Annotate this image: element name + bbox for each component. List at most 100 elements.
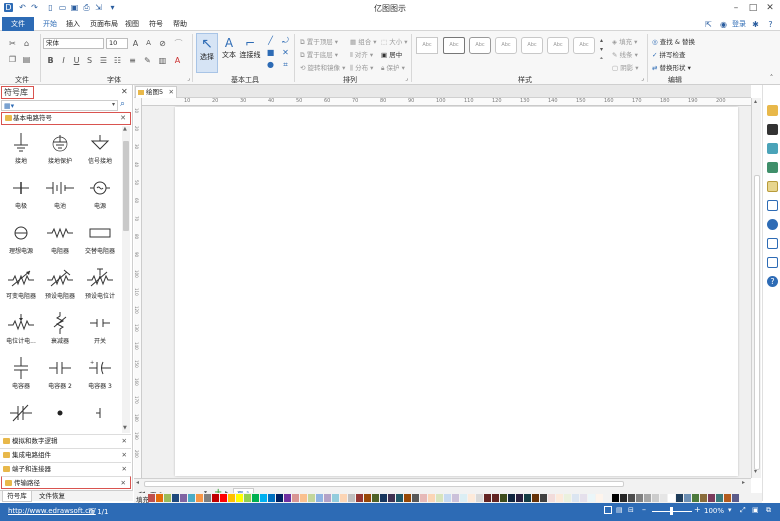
color-swatch[interactable]: [588, 494, 595, 502]
drawing-page[interactable]: [175, 107, 738, 476]
scroll-left-icon[interactable]: ◂: [136, 479, 139, 486]
style-preset-2[interactable]: Abc: [443, 37, 465, 54]
symbol-variable-capacitor[interactable]: [3, 400, 39, 431]
color-swatch[interactable]: [716, 494, 723, 502]
color-swatch[interactable]: [244, 494, 251, 502]
color-swatch[interactable]: [276, 494, 283, 502]
help-icon[interactable]: ?: [766, 20, 775, 29]
color-swatch[interactable]: [468, 494, 475, 502]
color-swatch[interactable]: [268, 494, 275, 502]
size-button[interactable]: ⬚ 大小 ▾: [381, 36, 408, 46]
bring-to-front-button[interactable]: ⧉ 置于顶层 ▾: [300, 36, 338, 47]
color-swatch[interactable]: [396, 494, 403, 502]
color-swatch[interactable]: [364, 494, 371, 502]
section-terminals-connectors[interactable]: 端子和连接器 ✕: [0, 462, 131, 475]
zoom-slider-thumb[interactable]: [670, 507, 673, 515]
symbol-junction-dot[interactable]: [42, 400, 78, 431]
color-swatch[interactable]: [284, 494, 291, 502]
color-swatch[interactable]: [148, 494, 155, 502]
symbol-battery[interactable]: 电池: [42, 175, 78, 219]
fit-width-icon[interactable]: ▤: [616, 506, 623, 514]
zoom-in-button[interactable]: +: [694, 505, 701, 514]
color-swatch[interactable]: [188, 494, 195, 502]
color-swatch[interactable]: [196, 494, 203, 502]
close-section-icon[interactable]: ✕: [121, 477, 126, 489]
color-swatch[interactable]: [660, 494, 667, 502]
fit-page-icon[interactable]: [604, 506, 612, 514]
close-icon[interactable]: ✕: [762, 2, 778, 14]
color-swatch[interactable]: [500, 494, 507, 502]
user-icon[interactable]: ◉: [719, 20, 728, 29]
text-color-icon[interactable]: ✎: [143, 56, 152, 65]
page-panel-icon[interactable]: [767, 238, 778, 249]
color-swatch[interactable]: [692, 494, 699, 502]
color-swatch[interactable]: [340, 494, 347, 502]
scroll-up-icon[interactable]: ▲: [123, 126, 127, 132]
scroll-down-icon[interactable]: ▾: [754, 468, 757, 475]
scroll-down-icon[interactable]: ▼: [123, 425, 127, 431]
document-panel-icon[interactable]: [767, 200, 778, 211]
style-preset-3[interactable]: Abc: [469, 37, 491, 54]
color-swatch[interactable]: [332, 494, 339, 502]
color-swatch[interactable]: [668, 494, 675, 502]
color-swatch[interactable]: [252, 494, 259, 502]
scroll-right-icon[interactable]: ▸: [742, 479, 745, 486]
search-icon[interactable]: ⌕: [120, 99, 125, 109]
color-swatch[interactable]: [428, 494, 435, 502]
color-swatch[interactable]: [572, 494, 579, 502]
style-preset-6[interactable]: Abc: [547, 37, 569, 54]
horizontal-scrollbar[interactable]: ◂ ▸: [134, 478, 751, 488]
color-swatch[interactable]: [372, 494, 379, 502]
symbol-preset-potentiometer[interactable]: 预设电位计: [82, 265, 118, 309]
section-analog-digital-logic[interactable]: 模拟和数字逻辑 ✕: [0, 434, 131, 447]
color-swatch[interactable]: [604, 494, 611, 502]
spell-check-button[interactable]: ✓ 拼写检查: [652, 49, 686, 59]
paste-icon[interactable]: ▤: [22, 55, 31, 64]
menu-symbol[interactable]: 符号: [149, 19, 163, 29]
font-name-combo[interactable]: 宋体: [43, 38, 104, 49]
style-preset-7[interactable]: Abc: [573, 37, 595, 54]
color-swatch[interactable]: [612, 494, 619, 502]
color-swatch[interactable]: [308, 494, 315, 502]
color-swatch[interactable]: [348, 494, 355, 502]
symbol-resistor[interactable]: 电阻器: [42, 220, 78, 264]
numbering-icon[interactable]: ☷: [113, 56, 122, 65]
color-swatch[interactable]: [476, 494, 483, 502]
library-menu-icon[interactable]: ▦▾: [4, 102, 14, 110]
color-swatch[interactable]: [532, 494, 539, 502]
library-search-input[interactable]: ▦▾ ▾: [1, 100, 118, 111]
symbol-grid-scrollbar[interactable]: ▲ ▼: [122, 126, 130, 433]
color-swatch[interactable]: [540, 494, 547, 502]
color-swatch[interactable]: [460, 494, 467, 502]
color-swatch[interactable]: [172, 494, 179, 502]
highlight-icon[interactable]: ▥: [158, 56, 167, 65]
center-button[interactable]: ▣ 居中: [381, 49, 402, 59]
color-swatch[interactable]: [596, 494, 603, 502]
text-tool-button[interactable]: A 文本: [220, 33, 238, 73]
cross-tool-icon[interactable]: ✕: [281, 48, 290, 57]
color-swatch[interactable]: [452, 494, 459, 502]
arc-tool-icon[interactable]: ⤾: [281, 36, 290, 45]
close-panel-icon[interactable]: ✕: [121, 87, 128, 96]
color-swatch[interactable]: [388, 494, 395, 502]
arrange-dialog-icon[interactable]: ⌟: [402, 74, 411, 83]
settings-icon[interactable]: ✱: [751, 20, 760, 29]
color-swatch[interactable]: [204, 494, 211, 502]
styles-more-icon[interactable]: ⩡: [597, 54, 606, 63]
grow-font-icon[interactable]: A: [131, 39, 140, 48]
color-swatch[interactable]: [412, 494, 419, 502]
color-swatch[interactable]: [708, 494, 715, 502]
restore-icon[interactable]: ⧉: [766, 506, 771, 515]
protect-button[interactable]: 🔒︎ 保护 ▾: [381, 62, 405, 73]
presentation-icon[interactable]: ▣: [752, 506, 759, 514]
scroll-up-icon[interactable]: ▴: [754, 98, 757, 105]
close-section-icon[interactable]: ✕: [122, 435, 127, 447]
menu-insert[interactable]: 插入: [66, 19, 80, 29]
color-swatch[interactable]: [652, 494, 659, 502]
close-section-icon[interactable]: ✕: [120, 113, 126, 124]
collapse-ribbon-icon[interactable]: ˄: [767, 74, 776, 83]
underline-icon[interactable]: U: [72, 56, 81, 65]
symbol-protective-ground[interactable]: 接地保护: [42, 130, 78, 174]
line-button[interactable]: ✎ 线条 ▾: [612, 49, 638, 59]
menu-home[interactable]: 开始: [43, 19, 57, 29]
